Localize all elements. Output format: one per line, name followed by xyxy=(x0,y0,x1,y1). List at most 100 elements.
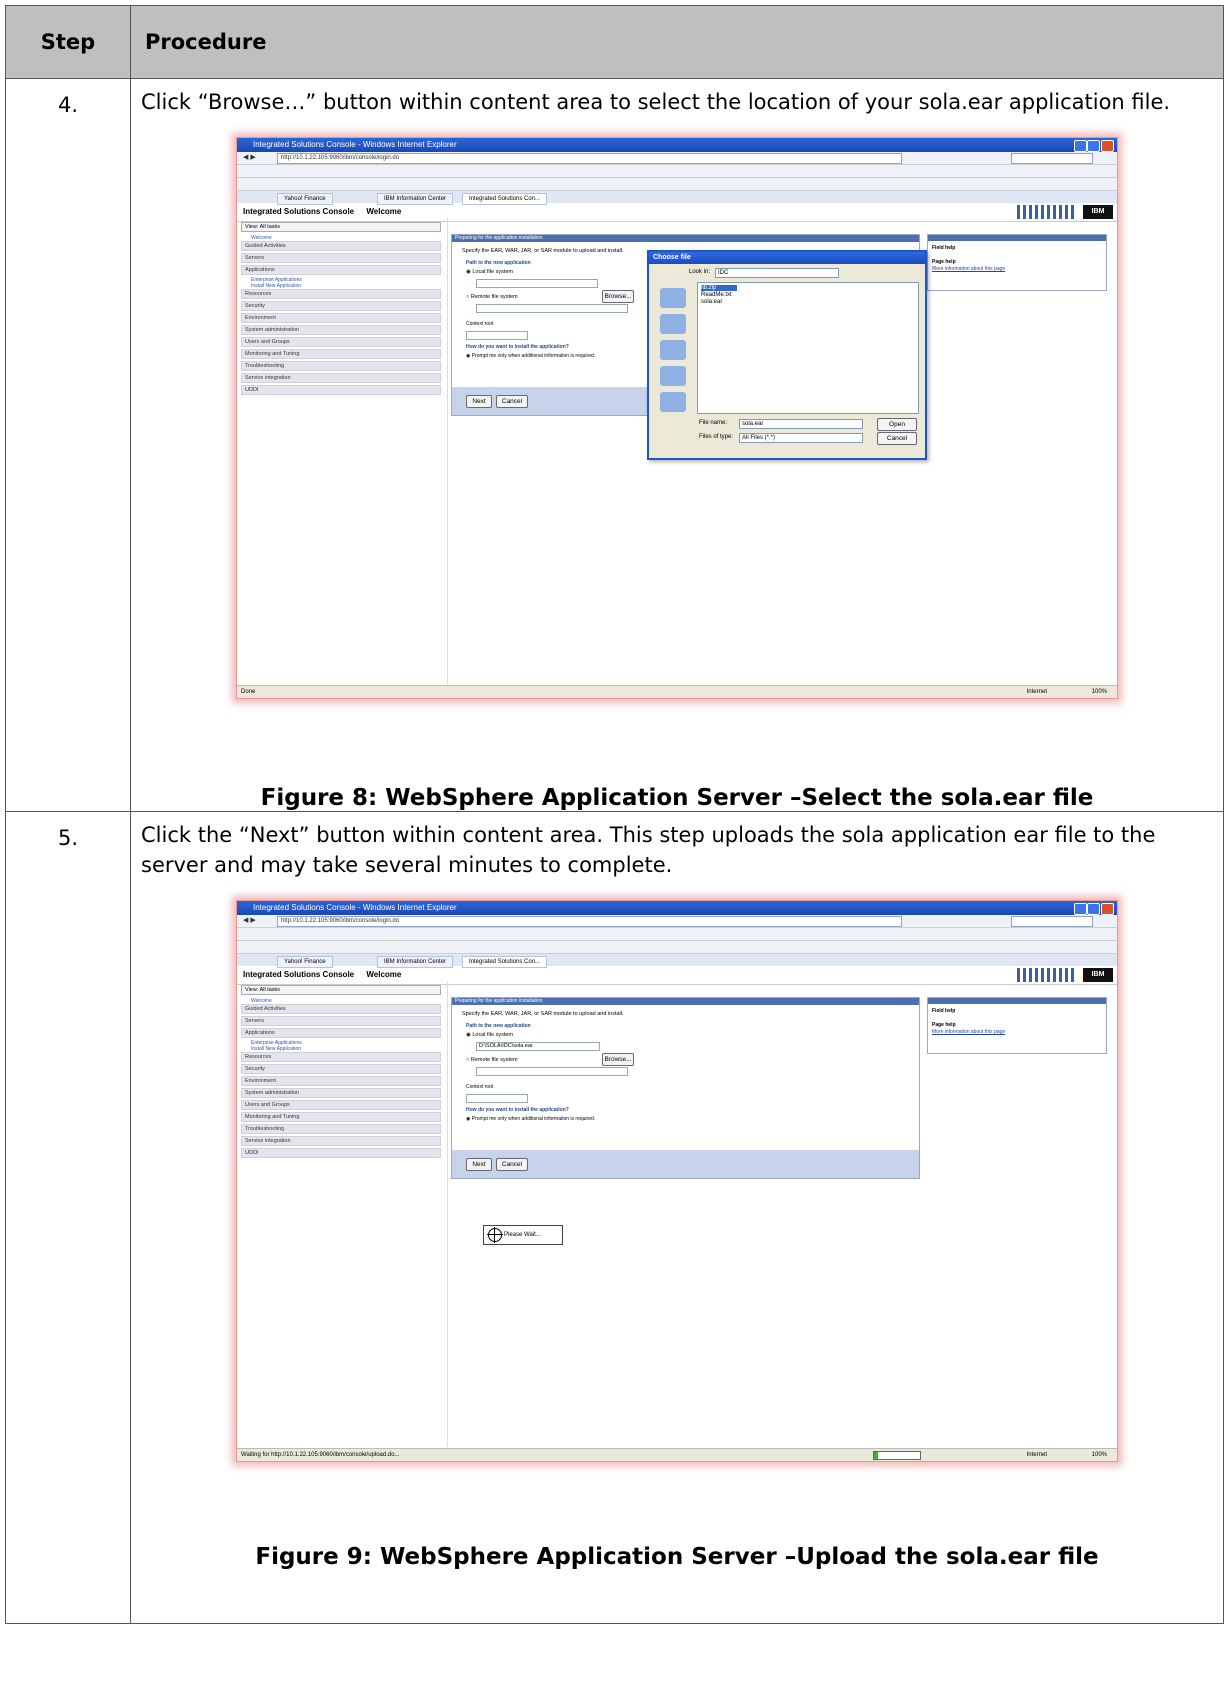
procedure-table: Step Procedure 4. Click “Browse…” button… xyxy=(5,5,1224,1624)
nav-item[interactable]: Troubleshooting xyxy=(241,1124,441,1134)
look-in-select[interactable]: IDC xyxy=(715,268,839,278)
nav-item[interactable]: Applications xyxy=(241,265,441,275)
file-name-input[interactable]: sola.ear xyxy=(739,419,863,429)
file-name-label: File name: xyxy=(699,420,728,426)
nav-item[interactable]: Service integration xyxy=(241,1136,441,1146)
nav-item[interactable]: UDDI xyxy=(241,385,441,395)
file-item[interactable]: ReadMe.txt xyxy=(701,292,918,298)
procedure-cell: Click “Browse…” button within content ar… xyxy=(130,78,1224,812)
help-more-link[interactable]: More information about this page xyxy=(932,1029,1106,1035)
open-button[interactable]: Open xyxy=(877,418,917,431)
zoom-level[interactable]: 100% xyxy=(1092,1449,1107,1461)
window-title-bar: Integrated Solutions Console - Windows I… xyxy=(237,138,1117,152)
help-page: Page help xyxy=(932,1022,956,1028)
full-path-input[interactable]: D:\SOLA\IDC\sola.ear xyxy=(476,1042,600,1051)
address-input[interactable]: http://10.1.22.105:9060/ibm/console/logi… xyxy=(277,153,902,164)
next-button[interactable]: Next xyxy=(466,1158,492,1171)
file-type-select[interactable]: All Files (*.*) xyxy=(739,433,863,443)
nav-item[interactable]: Guided Activities xyxy=(241,241,441,251)
status-zone: Internet xyxy=(1026,689,1047,695)
window-title: Integrated Solutions Console - Windows I… xyxy=(253,903,457,912)
nav-item[interactable]: System administration xyxy=(241,1088,441,1098)
prompt-radio[interactable]: ◉ Prompt me only when additional informa… xyxy=(466,1116,919,1122)
file-item[interactable]: lib.zip xyxy=(701,285,737,291)
install-panel: Preparing for the application installati… xyxy=(451,997,920,1179)
local-fs-radio[interactable]: ◉ Local file system xyxy=(466,1032,919,1038)
nav-item[interactable]: Applications xyxy=(241,1028,441,1038)
local-fs-label: Local file system xyxy=(472,269,513,275)
yahoo-toolbar-row xyxy=(237,941,1117,954)
help-panel: Field help Page help More information ab… xyxy=(927,234,1107,291)
zoom-level[interactable]: 100% xyxy=(1092,686,1107,698)
nav-item[interactable]: Guided Activities xyxy=(241,1004,441,1014)
status-text: Done xyxy=(241,689,256,695)
nav-item[interactable]: Monitoring and Tuning xyxy=(241,349,441,359)
back-icon[interactable]: ◀ ▶ xyxy=(243,154,256,161)
browse-button[interactable]: Browse... xyxy=(602,290,634,303)
step-number: 5. xyxy=(5,811,131,1624)
ibm-stripes xyxy=(1017,968,1077,982)
minimize-icon[interactable] xyxy=(1074,903,1087,915)
nav-item[interactable]: Service integration xyxy=(241,373,441,383)
help-more-link[interactable]: More information about this page xyxy=(932,266,1106,272)
search-input[interactable] xyxy=(1011,153,1093,164)
nav-item[interactable]: Monitoring and Tuning xyxy=(241,1112,441,1122)
please-wait-tooltip: Please Wait... xyxy=(483,1225,563,1245)
dialog-cancel-button[interactable]: Cancel xyxy=(877,432,917,445)
nav-item[interactable]: Resources xyxy=(241,289,441,299)
nav-item[interactable]: System administration xyxy=(241,325,441,335)
file-item[interactable]: sola.ear xyxy=(701,299,918,305)
network-places-icon[interactable] xyxy=(660,392,686,412)
browse-button[interactable]: Browse... xyxy=(602,1053,634,1066)
context-root-input[interactable] xyxy=(466,331,528,340)
nav-divider xyxy=(447,218,448,684)
nav-item[interactable]: Troubleshooting xyxy=(241,361,441,371)
view-select[interactable]: View: All tasks xyxy=(241,985,441,995)
nav-item[interactable]: Users and Groups xyxy=(241,1100,441,1110)
nav-item[interactable]: Environment xyxy=(241,313,441,323)
nav-item[interactable]: Users and Groups xyxy=(241,337,441,347)
maximize-icon[interactable] xyxy=(1087,903,1100,915)
nav-item[interactable]: UDDI xyxy=(241,1148,441,1158)
my-computer-icon[interactable] xyxy=(660,366,686,386)
panel-intro: Specify the EAR, WAR, JAR, or SAR module… xyxy=(462,1011,624,1017)
nav-item[interactable]: Resources xyxy=(241,1052,441,1062)
search-input[interactable] xyxy=(1011,916,1093,927)
ibm-logo: IBM xyxy=(1083,205,1113,219)
ibm-stripes xyxy=(1017,205,1077,219)
prompt-radio-label: Prompt me only when additional informati… xyxy=(471,1116,596,1122)
my-documents-icon[interactable] xyxy=(660,340,686,360)
address-input[interactable]: http://10.1.22.105:9060/ibm/console/logi… xyxy=(277,916,902,927)
nav-item[interactable]: Servers xyxy=(241,1016,441,1026)
window-title: Integrated Solutions Console - Windows I… xyxy=(253,140,457,149)
view-select[interactable]: View: All tasks xyxy=(241,222,441,232)
console-nav: View: All tasks Welcome Guided Activitie… xyxy=(241,985,441,1160)
close-icon[interactable] xyxy=(1101,903,1114,915)
maximize-icon[interactable] xyxy=(1087,140,1100,152)
toolbar-row xyxy=(237,928,1117,941)
help-field: Field help xyxy=(932,1008,956,1014)
help-page: Page help xyxy=(932,259,956,265)
procedure-text: Click the “Next” button within content a… xyxy=(141,823,1156,877)
help-title-bar xyxy=(928,235,1106,241)
nav-item[interactable]: Environment xyxy=(241,1076,441,1086)
console-title: Integrated Solutions Console xyxy=(243,970,355,979)
context-root-input[interactable] xyxy=(466,1094,528,1103)
remote-path-input[interactable] xyxy=(476,1067,628,1076)
recent-documents-icon[interactable] xyxy=(660,288,686,308)
full-path-input[interactable] xyxy=(476,279,598,288)
cancel-button[interactable]: Cancel xyxy=(496,395,528,408)
desktop-icon[interactable] xyxy=(660,314,686,334)
minimize-icon[interactable] xyxy=(1074,140,1087,152)
nav-item[interactable]: Security xyxy=(241,301,441,311)
tab-strip: Yahoo! Finance IBM Information Center In… xyxy=(237,954,1117,968)
remote-fs-radio[interactable]: ○ Remote file system xyxy=(466,1057,919,1063)
cancel-button[interactable]: Cancel xyxy=(496,1158,528,1171)
remote-path-input[interactable] xyxy=(476,304,628,313)
nav-item[interactable]: Security xyxy=(241,1064,441,1074)
dialog-title: Choose file xyxy=(649,252,925,264)
back-icon[interactable]: ◀ ▶ xyxy=(243,917,256,924)
next-button[interactable]: Next xyxy=(466,395,492,408)
nav-item[interactable]: Servers xyxy=(241,253,441,263)
close-icon[interactable] xyxy=(1101,140,1114,152)
